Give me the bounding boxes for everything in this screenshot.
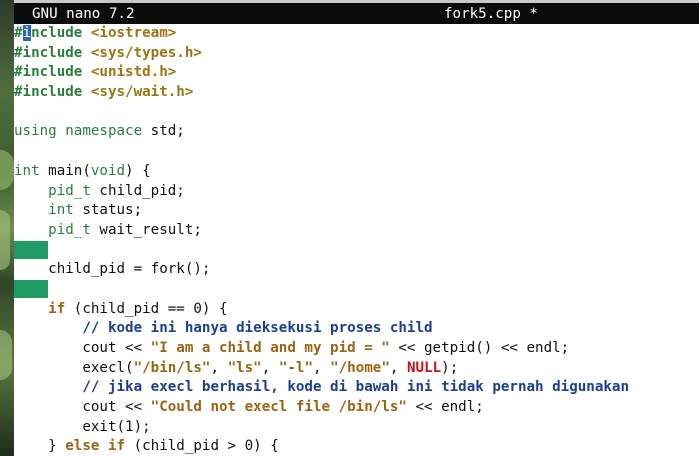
screen: GNU nano 7.2 fork5.cpp * #include <iostr… — [0, 0, 699, 456]
code-token: main( — [39, 162, 91, 179]
code-token: (child_pid == 0) { — [65, 300, 228, 317]
code-token: execl( — [14, 359, 134, 376]
code-token: <iostream> — [90, 25, 177, 41]
code-token: wait_result; — [90, 221, 202, 238]
wallpaper-leaf — [0, 330, 12, 380]
code-token: child_pid = fork(); — [14, 261, 211, 278]
code-token: <sys/wait.h> — [90, 84, 194, 101]
code-token: NULL — [406, 359, 442, 376]
code-line[interactable]: } else if (child_pid > 0) { — [14, 437, 699, 456]
code-token: "ls" — [227, 359, 262, 376]
code-token: nclude — [31, 25, 83, 41]
text-cursor: i — [22, 25, 32, 41]
code-token: << getpid() << endl; — [389, 340, 570, 356]
code-token: if — [48, 300, 66, 317]
code-line[interactable]: pid_t wait_result; — [14, 221, 699, 241]
code-token: void — [90, 162, 126, 179]
code-line[interactable]: #include <sys/types.h> — [14, 44, 699, 64]
desktop-wallpaper — [0, 0, 14, 456]
code-token: } — [14, 438, 66, 455]
code-token: using namespace — [14, 123, 143, 140]
code-line[interactable]: exit(1); — [14, 418, 699, 438]
code-line[interactable]: child_pid = fork(); — [14, 260, 699, 280]
code-line[interactable]: #include <sys/wait.h> — [14, 83, 699, 103]
code-token: pid_t — [48, 182, 91, 199]
code-token: , — [210, 359, 228, 376]
code-line[interactable] — [14, 279, 699, 300]
file-name-label: fork5.cpp * — [444, 6, 538, 22]
code-token: #include — [14, 44, 83, 61]
code-token: cout << — [14, 399, 151, 416]
code-token: <sys/types.h> — [90, 44, 202, 61]
whitespace-highlight — [14, 240, 48, 259]
code-token: int — [48, 202, 74, 219]
code-token: <unistd.h> — [90, 64, 177, 81]
code-token: << endl; — [406, 399, 484, 416]
code-token: // jika execl berhasil, kode di bawah in… — [82, 379, 630, 396]
code-token: "/bin/ls" — [133, 359, 211, 376]
terminal-window[interactable]: GNU nano 7.2 fork5.cpp * #include <iostr… — [14, 0, 699, 456]
code-token: (child_pid > 0) { — [125, 438, 279, 455]
code-token: #include — [14, 84, 83, 101]
code-line[interactable]: // jika execl berhasil, kode di bawah in… — [14, 378, 699, 398]
code-token: "-l" — [278, 359, 313, 376]
code-line[interactable]: #include <iostream> — [14, 24, 699, 44]
code-line[interactable]: int status; — [14, 201, 699, 221]
code-token: int — [14, 162, 40, 179]
code-token: "Could not execl file /bin/ls" — [150, 399, 407, 416]
code-token: , — [313, 359, 331, 376]
code-token: pid_t — [48, 221, 91, 238]
code-line[interactable]: cout << "I am a child and my pid = " << … — [14, 339, 699, 359]
code-line[interactable] — [14, 103, 699, 123]
code-token: , — [261, 359, 279, 376]
code-token: "I am a child and my pid = " — [150, 340, 390, 356]
code-line[interactable]: #include <unistd.h> — [14, 63, 699, 83]
wallpaper-leaf — [0, 210, 10, 270]
code-line[interactable] — [14, 240, 699, 261]
whitespace-highlight — [14, 279, 48, 298]
code-token: "/home" — [330, 359, 390, 376]
code-line[interactable] — [14, 142, 699, 162]
code-line[interactable]: int main(void) { — [14, 162, 699, 182]
code-token: #include — [14, 64, 83, 81]
code-token: exit(1); — [14, 418, 151, 435]
code-token: std; — [142, 123, 185, 140]
nano-title-bar: GNU nano 7.2 fork5.cpp * — [14, 0, 699, 24]
code-token: child_pid; — [90, 182, 185, 199]
code-token: status; — [73, 202, 143, 219]
code-token: cout << — [14, 340, 151, 356]
code-line[interactable]: // kode ini hanya dieksekusi proses chil… — [14, 319, 699, 339]
code-line[interactable]: execl("/bin/ls", "ls", "-l", "/home", NU… — [14, 359, 699, 379]
code-token: ) { — [125, 162, 151, 179]
code-line[interactable]: cout << "Could not execl file /bin/ls" <… — [14, 398, 699, 418]
editor-version-label: GNU nano 7.2 — [32, 6, 135, 22]
code-line[interactable]: if (child_pid == 0) { — [14, 300, 699, 320]
wallpaper-leaf — [0, 150, 14, 190]
code-token: else if — [65, 438, 126, 455]
code-token: ); — [441, 359, 459, 376]
code-line[interactable]: using namespace std; — [14, 122, 699, 142]
code-token: , — [389, 359, 407, 376]
code-token: // kode ini hanya dieksekusi proses chil… — [82, 320, 433, 337]
editor-text-area[interactable]: #include <iostream> #include <sys/types.h… — [14, 24, 699, 456]
code-line[interactable]: pid_t child_pid; — [14, 182, 699, 202]
code-token: # — [14, 25, 23, 41]
